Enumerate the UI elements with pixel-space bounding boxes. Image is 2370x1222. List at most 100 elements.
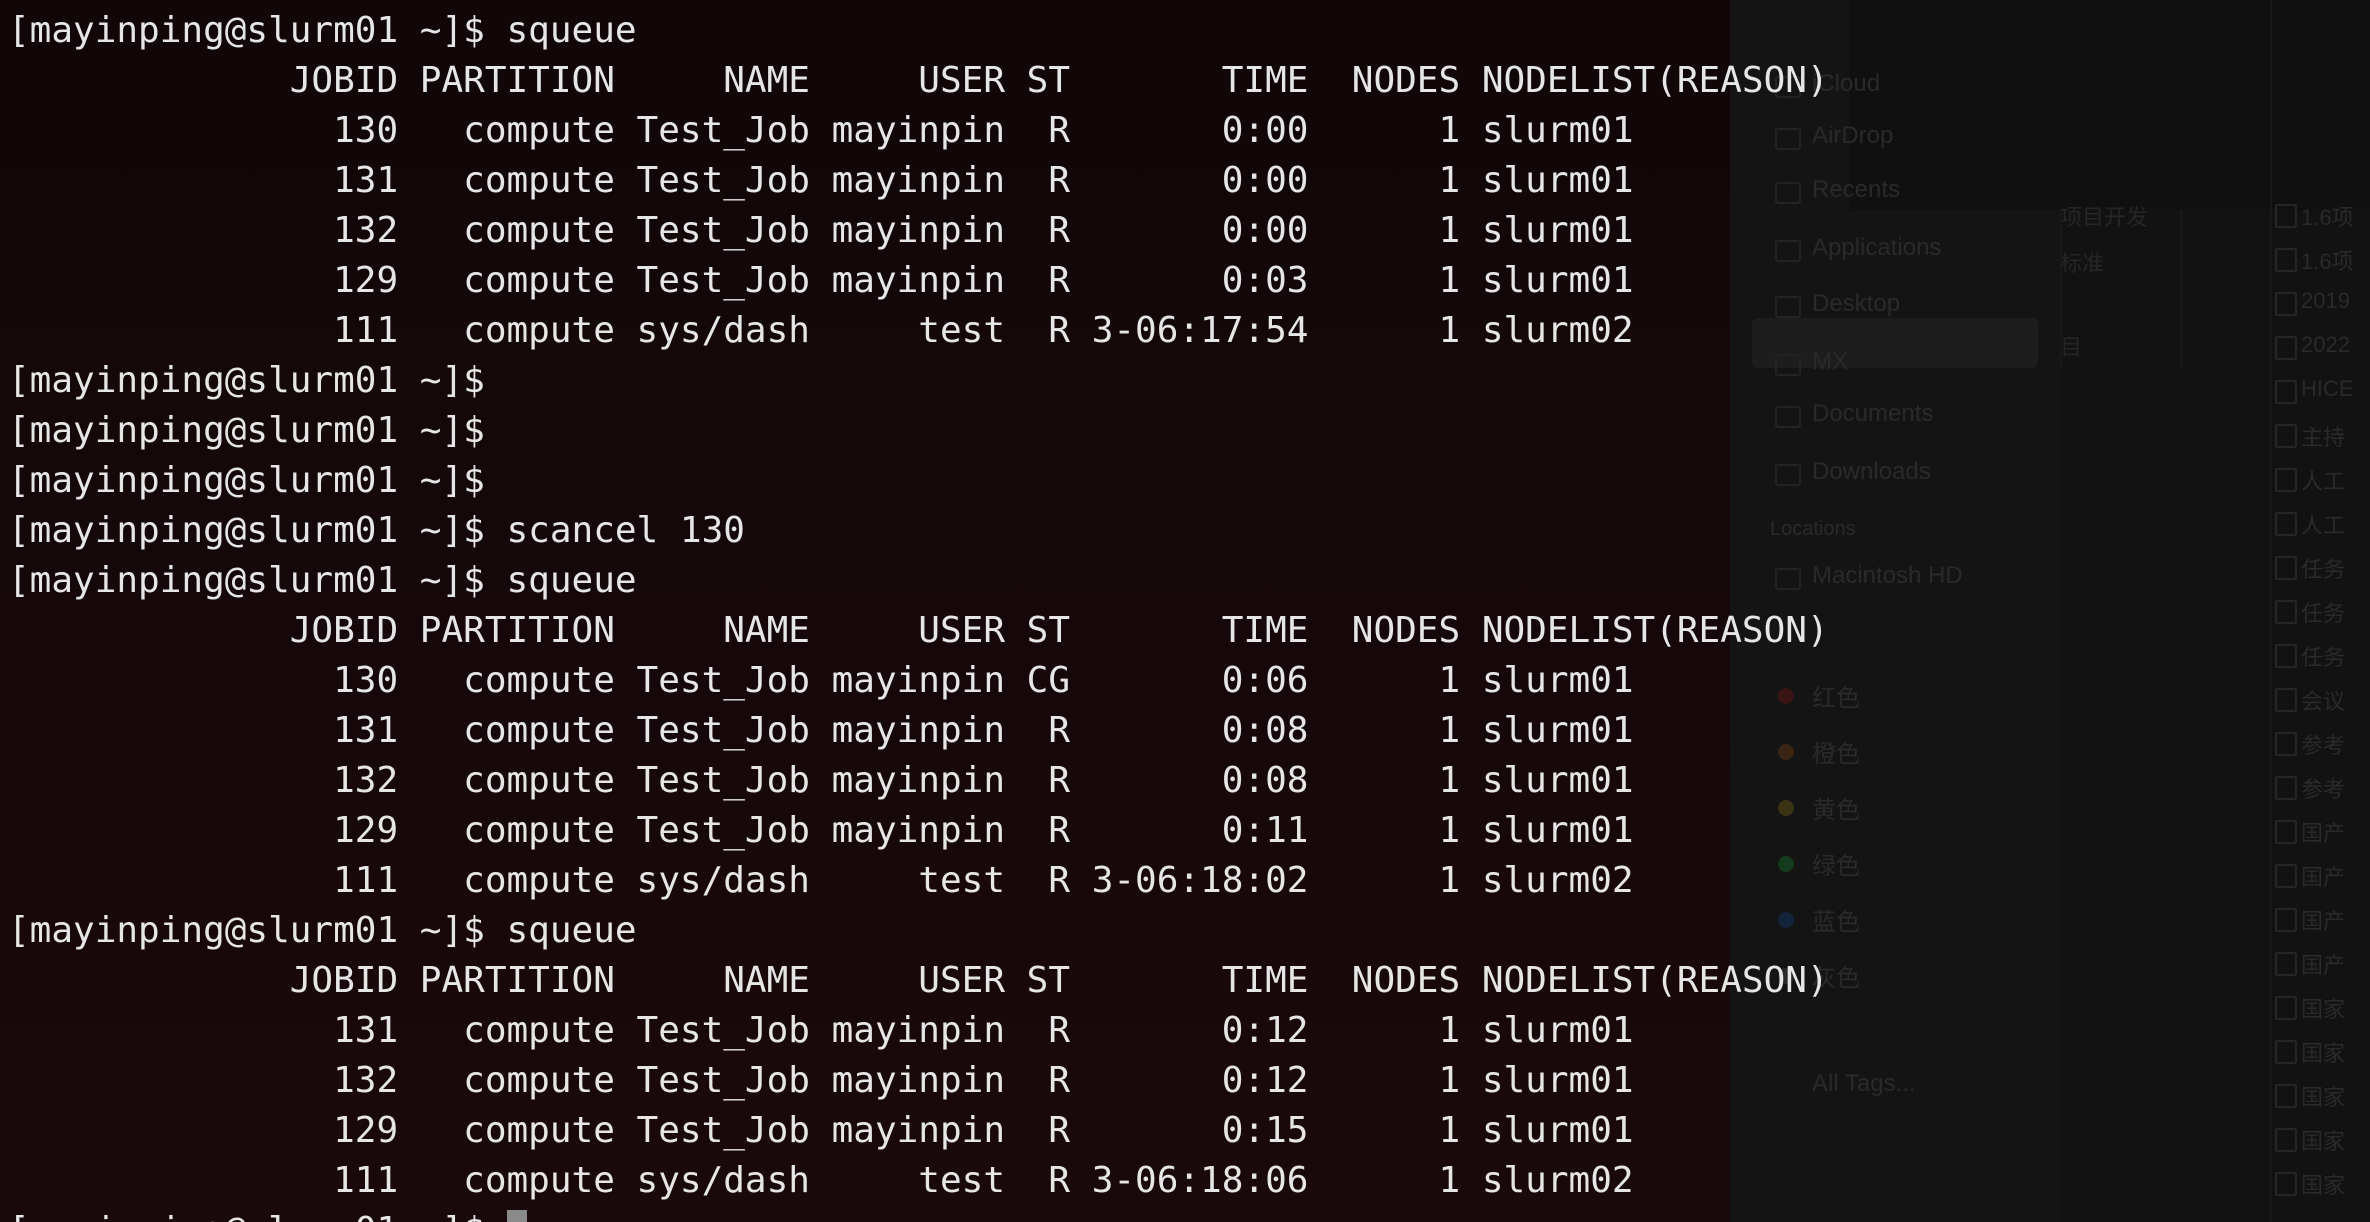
background-file-name: 任务	[2301, 601, 2346, 626]
terminal-output[interactable]: [mayinping@slurm01 ~]$ squeue JOBID PART…	[8, 6, 1829, 1222]
file-icon	[2275, 864, 2297, 888]
background-file-row: 国产	[2275, 812, 2370, 850]
background-file-row: 1.6项	[2275, 196, 2370, 234]
terminal-line: [mayinping@slurm01 ~]$ squeue	[8, 10, 637, 51]
terminal-line: 111 compute sys/dash test R 3-06:17:54 1…	[8, 310, 1634, 351]
terminal-prompt-line[interactable]: [mayinping@slurm01 ~]$	[8, 1206, 1829, 1222]
terminal-line: 130 compute Test_Job mayinpin R 0:00 1 s…	[8, 110, 1634, 151]
terminal-line: [mayinping@slurm01 ~]$	[8, 410, 485, 451]
file-icon	[2275, 820, 2297, 844]
file-icon	[2275, 644, 2297, 668]
background-file-name: 国家	[2301, 1129, 2346, 1154]
background-file-name: 参考	[2301, 777, 2346, 802]
background-file-name: 国家	[2301, 997, 2346, 1022]
file-icon	[2275, 204, 2297, 228]
background-sidebar-item: Applications	[1812, 234, 1942, 261]
terminal-line: 129 compute Test_Job mayinpin R 0:15 1 s…	[8, 1110, 1634, 1151]
background-file-name: 任务	[2301, 645, 2346, 670]
file-icon	[2275, 600, 2297, 624]
background-file-name: 国家	[2301, 1085, 2346, 1110]
background-file-name: 2022	[2301, 332, 2350, 357]
background-file-row: 会议	[2275, 680, 2370, 718]
terminal-line: 132 compute Test_Job mayinpin R 0:00 1 s…	[8, 210, 1634, 251]
terminal-line: [mayinping@slurm01 ~]$	[8, 360, 485, 401]
text-cursor	[506, 1210, 527, 1222]
terminal-line: [mayinping@slurm01 ~]$ squeue	[8, 910, 637, 951]
background-file-row: 国产	[2275, 856, 2370, 894]
file-icon	[2275, 292, 2297, 316]
background-file-row: 主持	[2275, 416, 2370, 454]
terminal-line: 131 compute Test_Job mayinpin R 0:12 1 s…	[8, 1010, 1634, 1051]
background-list-item: 目	[2060, 335, 2083, 360]
background-file-row: 国家	[2275, 988, 2370, 1026]
file-icon	[2275, 952, 2297, 976]
terminal-line: [mayinping@slurm01 ~]$ squeue	[8, 560, 637, 601]
file-icon	[2275, 248, 2297, 272]
terminal-line: 129 compute Test_Job mayinpin R 0:11 1 s…	[8, 810, 1634, 851]
file-icon	[2275, 688, 2297, 712]
background-file-name: 国家	[2301, 1041, 2346, 1066]
background-file-name: 国产	[2301, 865, 2346, 890]
file-icon	[2275, 468, 2297, 492]
background-list-item: 标准	[2060, 251, 2105, 276]
background-file-name: 国产	[2301, 821, 2346, 846]
background-file-row: 国产	[2275, 944, 2370, 982]
background-file-row: 国家	[2275, 1076, 2370, 1114]
background-file-name: 参考	[2301, 733, 2346, 758]
file-icon	[2275, 908, 2297, 932]
file-icon	[2275, 1172, 2297, 1196]
file-icon	[2275, 1040, 2297, 1064]
background-column-divider	[2270, 0, 2272, 1222]
file-icon	[2275, 336, 2297, 360]
terminal-line: [mayinping@slurm01 ~]$ scancel 130	[8, 510, 745, 551]
file-icon	[2275, 732, 2297, 756]
background-file-row: 国家	[2275, 1164, 2370, 1202]
file-icon	[2275, 776, 2297, 800]
background-file-name: 国产	[2301, 909, 2346, 934]
file-icon	[2275, 380, 2297, 404]
file-icon	[2275, 1128, 2297, 1152]
background-file-row: 2022	[2275, 328, 2370, 366]
background-file-row: 任务	[2275, 548, 2370, 586]
background-file-name: 任务	[2301, 557, 2346, 582]
background-file-name: 人工	[2301, 469, 2346, 494]
background-file-row: 任务	[2275, 592, 2370, 630]
terminal-line: [mayinping@slurm01 ~]$	[8, 460, 485, 501]
file-icon	[2275, 424, 2297, 448]
background-column-divider	[2180, 210, 2182, 370]
terminal-line: 111 compute sys/dash test R 3-06:18:02 1…	[8, 860, 1634, 901]
background-finder-toolbar	[1850, 0, 2370, 210]
background-file-name: HICE	[2301, 376, 2354, 401]
background-file-name: 主持	[2301, 425, 2346, 450]
background-file-row: 国家	[2275, 1120, 2370, 1158]
terminal-line: JOBID PARTITION NAME USER ST TIME NODES …	[8, 60, 1829, 101]
background-file-row: 国家	[2275, 1032, 2370, 1070]
background-file-row: HICE	[2275, 372, 2370, 410]
terminal-line: 111 compute sys/dash test R 3-06:18:06 1…	[8, 1160, 1634, 1201]
background-file-name: 会议	[2301, 689, 2346, 714]
file-icon	[2275, 996, 2297, 1020]
background-column-divider	[2060, 210, 2062, 370]
terminal-line: 132 compute Test_Job mayinpin R 0:08 1 s…	[8, 760, 1634, 801]
terminal-prompt: [mayinping@slurm01 ~]$	[8, 1210, 507, 1222]
terminal-line: 131 compute Test_Job mayinpin R 0:08 1 s…	[8, 710, 1634, 751]
background-file-name: 2019	[2301, 288, 2350, 313]
file-icon	[2275, 556, 2297, 580]
background-list-item: 项目开发	[2060, 205, 2149, 230]
background-file-row: 人工	[2275, 504, 2370, 542]
terminal-line: JOBID PARTITION NAME USER ST TIME NODES …	[8, 960, 1829, 1001]
background-sidebar-item: Macintosh HD	[1812, 562, 1963, 589]
terminal-line: 130 compute Test_Job mayinpin CG 0:06 1 …	[8, 660, 1634, 701]
terminal-line: 129 compute Test_Job mayinpin R 0:03 1 s…	[8, 260, 1634, 301]
background-file-name: 1.6项	[2301, 249, 2354, 274]
terminal-line: JOBID PARTITION NAME USER ST TIME NODES …	[8, 610, 1829, 651]
background-file-name: 国家	[2301, 1173, 2346, 1198]
background-file-row: 参考	[2275, 724, 2370, 762]
file-icon	[2275, 1084, 2297, 1108]
background-file-row: 任务	[2275, 636, 2370, 674]
file-icon	[2275, 512, 2297, 536]
terminal-line: 132 compute Test_Job mayinpin R 0:12 1 s…	[8, 1060, 1634, 1101]
screen: iCloud AirDrop Recents Applications Desktop M…	[0, 0, 2370, 1222]
background-file-row: 国产	[2275, 900, 2370, 938]
background-file-row: 人工	[2275, 460, 2370, 498]
